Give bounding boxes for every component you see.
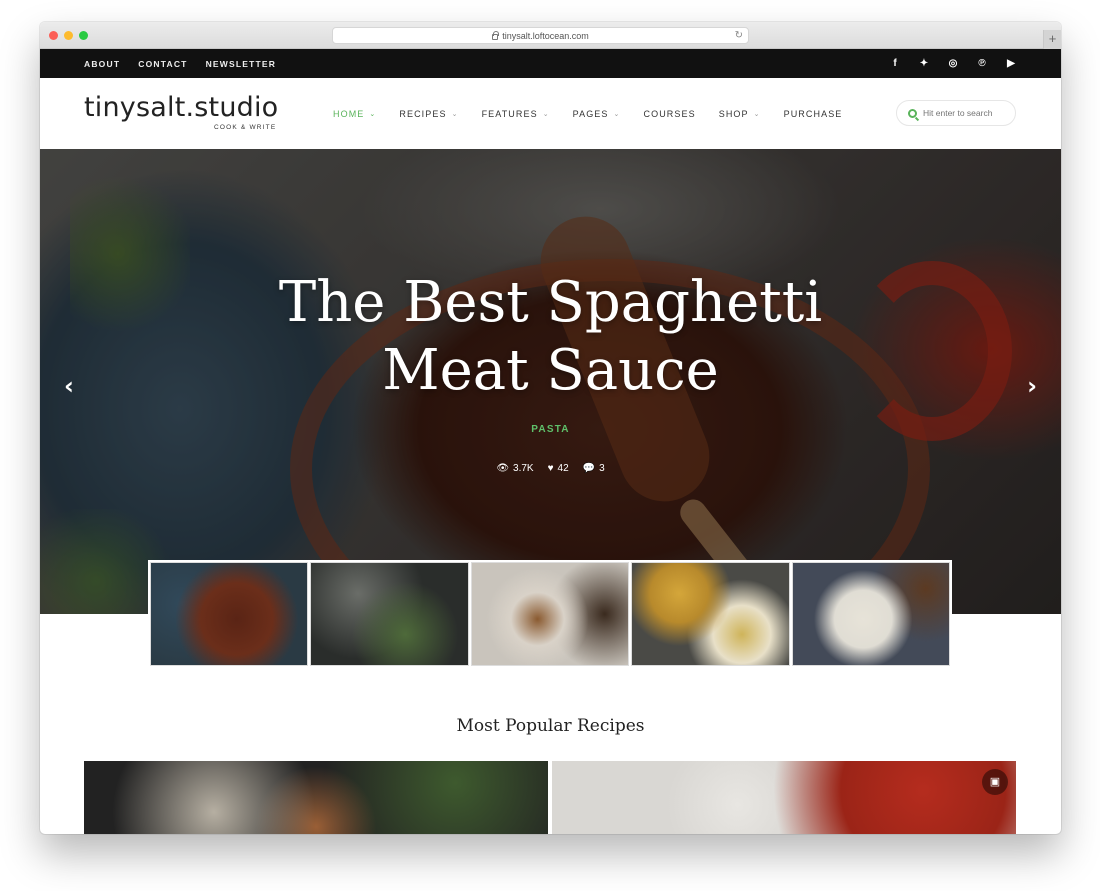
top-link-newsletter[interactable]: NEWSLETTER	[206, 59, 277, 69]
search-icon	[908, 108, 917, 118]
reload-icon[interactable]: ↻	[735, 30, 743, 41]
views-value: 3.7K	[513, 463, 534, 474]
chevron-down-icon: ⌄	[542, 110, 550, 118]
browser-window: tinysalt.loftocean.com ↻ + ABOUT CONTACT…	[40, 22, 1061, 834]
nav-recipes[interactable]: RECIPES ⌄	[399, 109, 458, 119]
comment-icon: 💬	[582, 463, 596, 474]
youtube-icon[interactable]: ▶	[1005, 58, 1017, 69]
lock-icon	[492, 30, 500, 40]
nav-courses[interactable]: COURSES	[644, 109, 696, 119]
social-links: f ✦ ◎ ℗ ▶	[889, 49, 1017, 78]
pinterest-icon[interactable]: ℗	[976, 58, 988, 69]
slider-thumbnails	[148, 560, 952, 668]
logo-tagline: COOK & WRITE	[213, 124, 277, 131]
section-title: Most Popular Recipes	[456, 716, 645, 736]
logo-text: tinysalt.studio	[84, 92, 279, 123]
chevron-down-icon: ⌄	[451, 110, 459, 118]
thumbnail-spaghetti-meat-sauce[interactable]	[150, 562, 309, 666]
nav-home-label: HOME	[333, 108, 365, 119]
chevron-down-icon: ⌄	[613, 110, 621, 118]
search-box[interactable]	[896, 100, 1016, 126]
likes-count[interactable]: ♥ 42	[548, 463, 569, 474]
close-window-button[interactable]	[49, 31, 58, 40]
nav-purchase-label: PURCHASE	[783, 108, 843, 119]
nav-recipes-label: RECIPES	[399, 108, 447, 119]
thumbnail-soup-bowls[interactable]	[631, 562, 790, 666]
gallery-icon: ▣	[982, 769, 1008, 795]
comments-count[interactable]: 💬 3	[583, 463, 605, 474]
zoom-window-button[interactable]	[79, 31, 88, 40]
hero-slider[interactable]: The Best Spaghetti Meat Sauce PASTA 👁 3.7…	[40, 149, 1061, 614]
site-header: tinysalt.studio COOK & WRITE HOME ⌄ RECIP…	[40, 78, 1061, 149]
nav-courses-label: COURSES	[643, 108, 696, 119]
browser-chrome: tinysalt.loftocean.com ↻ +	[40, 22, 1061, 49]
new-tab-button[interactable]: +	[1043, 30, 1061, 49]
next-slide-arrow[interactable]: ›	[1027, 374, 1037, 398]
hero-category[interactable]: PASTA	[40, 424, 1061, 435]
nav-shop-label: SHOP	[718, 108, 749, 119]
url-text: tinysalt.loftocean.com	[502, 30, 589, 41]
heart-icon: ♥	[547, 463, 554, 474]
hero-meta: 👁 3.7K ♥ 42 💬 3	[40, 463, 1061, 474]
views-count: 👁 3.7K	[496, 463, 533, 474]
main-nav: HOME ⌄ RECIPES ⌄ FEATURES ⌄ PAGES ⌄ COURSES …	[333, 78, 842, 149]
nav-pages[interactable]: PAGES ⌄	[573, 109, 621, 119]
minimize-window-button[interactable]	[64, 31, 73, 40]
nav-pages-label: PAGES	[572, 108, 609, 119]
nav-home[interactable]: HOME ⌄	[333, 109, 376, 119]
nav-features[interactable]: FEATURES ⌄	[482, 109, 550, 119]
thumbnail-roasted-potatoes[interactable]	[470, 562, 630, 666]
comments-value: 3	[599, 463, 605, 474]
chevron-down-icon: ⌄	[369, 110, 377, 118]
address-bar[interactable]: tinysalt.loftocean.com ↻	[332, 27, 749, 44]
instagram-icon[interactable]: ◎	[947, 58, 959, 69]
chevron-down-icon: ⌄	[753, 110, 761, 118]
top-links: ABOUT CONTACT NEWSLETTER	[84, 49, 276, 78]
nav-features-label: FEATURES	[481, 108, 538, 119]
nav-purchase[interactable]: PURCHASE	[784, 109, 843, 119]
thumbnail-egg-salad-plate[interactable]	[791, 562, 951, 666]
hero-title[interactable]: The Best Spaghetti Meat Sauce	[40, 269, 1061, 405]
top-link-contact[interactable]: CONTACT	[138, 59, 187, 69]
thumbnail-jars-and-herbs[interactable]	[310, 562, 469, 666]
likes-value: 42	[557, 463, 569, 474]
prev-slide-arrow[interactable]: ‹	[64, 374, 74, 398]
top-bar: ABOUT CONTACT NEWSLETTER f ✦ ◎ ℗ ▶	[40, 49, 1061, 78]
twitter-icon[interactable]: ✦	[918, 58, 930, 69]
eye-icon: 👁	[496, 463, 510, 474]
site-logo[interactable]: tinysalt.studio COOK & WRITE	[84, 92, 279, 132]
recipe-card[interactable]	[84, 761, 548, 834]
nav-shop[interactable]: SHOP ⌄	[719, 109, 761, 119]
search-input[interactable]	[923, 108, 1008, 118]
recipe-card[interactable]: ▣	[552, 761, 1016, 834]
top-link-about[interactable]: ABOUT	[84, 59, 120, 69]
facebook-icon[interactable]: f	[889, 58, 901, 69]
